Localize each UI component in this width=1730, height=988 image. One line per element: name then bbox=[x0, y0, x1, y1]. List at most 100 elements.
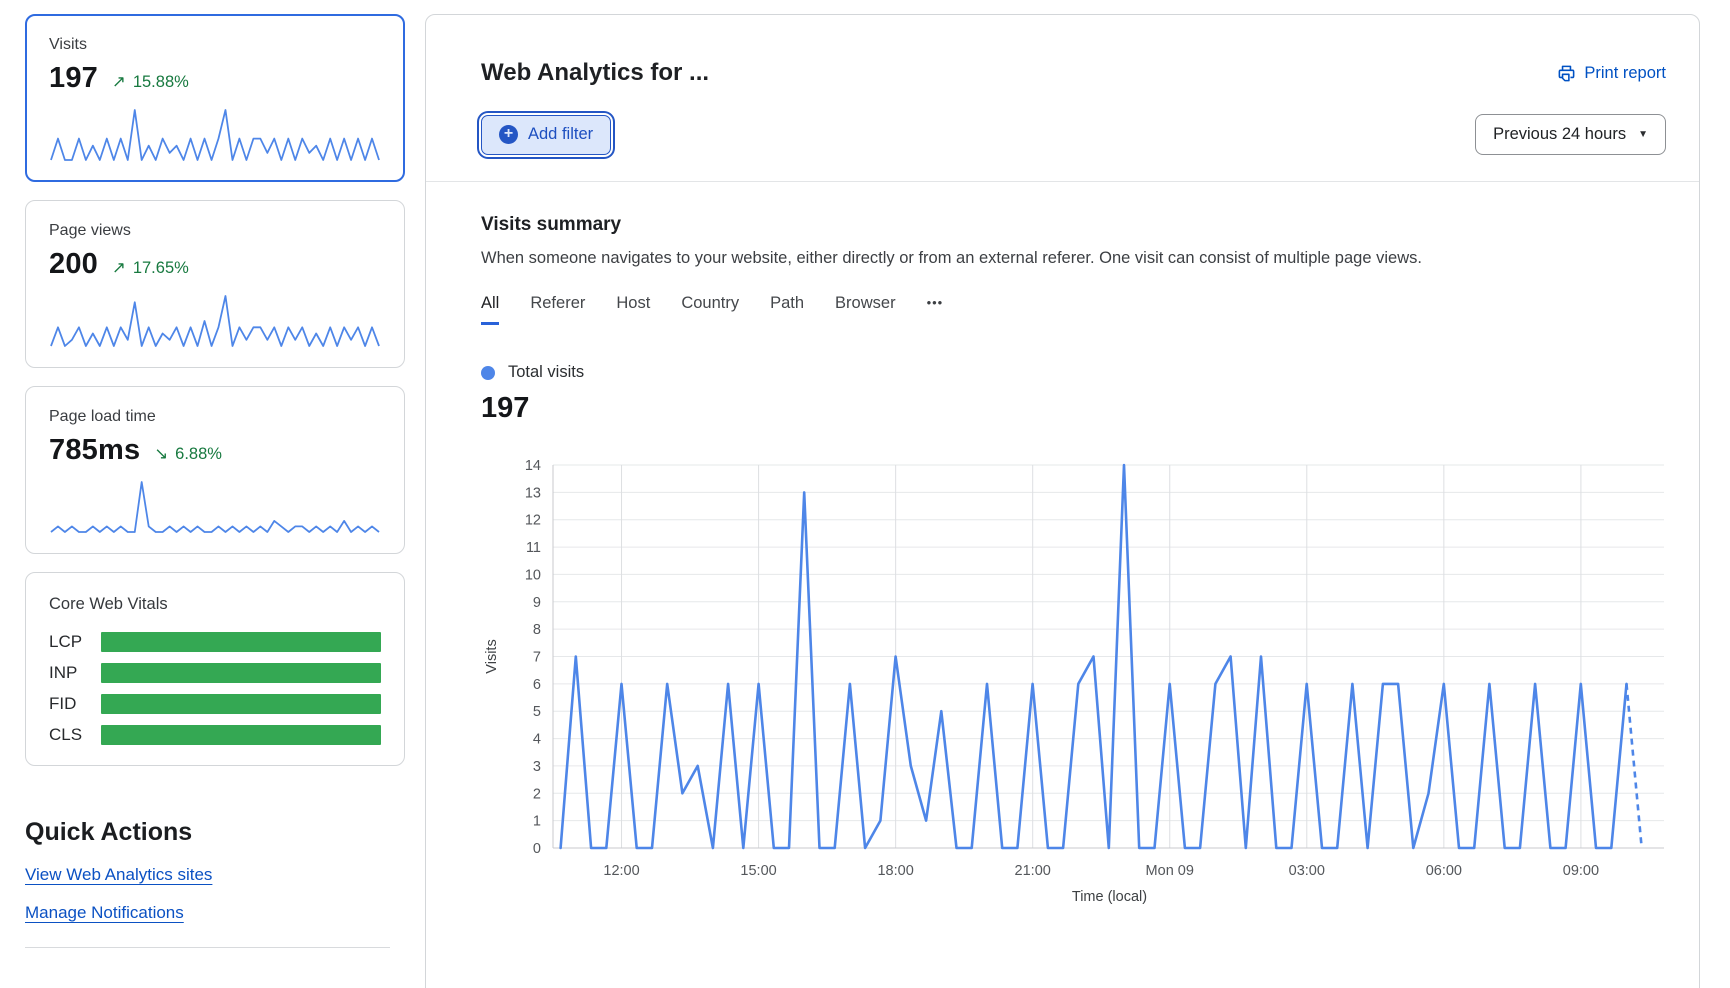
analytics-main-panel: Web Analytics for ... Print report + bbox=[425, 14, 1700, 988]
svg-text:Time (local): Time (local) bbox=[1072, 889, 1147, 905]
svg-text:1: 1 bbox=[533, 814, 541, 830]
sidebar-divider bbox=[25, 947, 390, 948]
tabs-overflow-menu[interactable]: ••• bbox=[927, 295, 944, 325]
stat-card-value-row: 200 ↗ 17.65% bbox=[49, 248, 381, 281]
quick-actions-title: Quick Actions bbox=[25, 818, 405, 847]
svg-text:15:00: 15:00 bbox=[740, 863, 776, 879]
dimension-tabs: All Referer Host Country Path Browser ••… bbox=[481, 294, 1666, 325]
visits-sparkline bbox=[49, 105, 381, 163]
svg-text:7: 7 bbox=[533, 650, 541, 666]
cwv-bar-good bbox=[101, 632, 381, 652]
cwv-row-cls: CLS bbox=[49, 725, 381, 745]
svg-text:14: 14 bbox=[525, 458, 541, 474]
stat-card-delta: ↗ 15.88% bbox=[112, 72, 189, 92]
stat-card-value: 197 bbox=[49, 62, 98, 95]
trend-up-icon: ↗ bbox=[112, 258, 126, 278]
svg-text:4: 4 bbox=[533, 732, 541, 748]
visits-summary-description: When someone navigates to your website, … bbox=[481, 249, 1666, 268]
svg-text:06:00: 06:00 bbox=[1426, 863, 1462, 879]
svg-text:Mon 09: Mon 09 bbox=[1146, 863, 1194, 879]
stat-card-visits[interactable]: Visits 197 ↗ 15.88% bbox=[25, 14, 405, 182]
stat-card-value-row: 785ms ↘ 6.88% bbox=[49, 434, 381, 467]
cwv-bar-track bbox=[101, 663, 381, 683]
cwv-bar-track bbox=[101, 694, 381, 714]
page-load-sparkline bbox=[49, 477, 381, 535]
total-visits-legend-dot bbox=[481, 366, 495, 380]
svg-text:9: 9 bbox=[533, 595, 541, 611]
stat-card-page-load-time[interactable]: Page load time 785ms ↘ 6.88% bbox=[25, 386, 405, 554]
cwv-bar-good bbox=[101, 663, 381, 683]
svg-text:6: 6 bbox=[533, 677, 541, 693]
quick-actions-section: Quick Actions View Web Analytics sites M… bbox=[25, 818, 405, 948]
core-web-vitals-title: Core Web Vitals bbox=[49, 595, 381, 614]
svg-text:11: 11 bbox=[526, 540, 541, 556]
visits-summary-title: Visits summary bbox=[481, 214, 1666, 236]
visits-line-chart: 0123456789101112131412:0015:0018:0021:00… bbox=[481, 455, 1666, 910]
panel-header: Web Analytics for ... Print report bbox=[481, 59, 1666, 87]
svg-text:2: 2 bbox=[533, 786, 541, 802]
printer-icon bbox=[1557, 64, 1576, 83]
svg-text:Visits: Visits bbox=[484, 639, 500, 673]
stat-card-label: Page load time bbox=[49, 408, 381, 426]
tab-all[interactable]: All bbox=[481, 294, 499, 325]
svg-text:5: 5 bbox=[533, 704, 541, 720]
cwv-bar-good bbox=[101, 694, 381, 714]
stat-card-page-views[interactable]: Page views 200 ↗ 17.65% bbox=[25, 200, 405, 368]
print-report-label: Print report bbox=[1584, 64, 1666, 83]
svg-text:3: 3 bbox=[533, 759, 541, 775]
core-web-vitals-card: Core Web Vitals LCP INP FID CLS bbox=[25, 572, 405, 766]
cwv-label: INP bbox=[49, 663, 101, 683]
total-visits-legend-label: Total visits bbox=[508, 363, 584, 382]
svg-text:8: 8 bbox=[533, 622, 541, 638]
print-report-link[interactable]: Print report bbox=[1557, 64, 1666, 83]
stat-card-label: Visits bbox=[49, 36, 381, 54]
cwv-row-fid: FID bbox=[49, 694, 381, 714]
stat-card-delta-value: 17.65% bbox=[133, 259, 189, 278]
stat-card-delta: ↗ 17.65% bbox=[112, 258, 189, 278]
tab-path[interactable]: Path bbox=[770, 294, 804, 325]
manage-notifications-link[interactable]: Manage Notifications bbox=[25, 903, 184, 923]
stat-card-delta-value: 15.88% bbox=[133, 73, 189, 92]
svg-text:18:00: 18:00 bbox=[877, 863, 913, 879]
stat-card-delta-value: 6.88% bbox=[175, 445, 222, 464]
cwv-bar-good bbox=[101, 725, 381, 745]
cwv-bar-track bbox=[101, 632, 381, 652]
tab-referer[interactable]: Referer bbox=[530, 294, 585, 325]
time-period-dropdown[interactable]: Previous 24 hours ▼ bbox=[1475, 114, 1666, 155]
metrics-sidebar: Visits 197 ↗ 15.88% Page views 200 ↗ 17.… bbox=[25, 14, 405, 948]
view-web-analytics-sites-link[interactable]: View Web Analytics sites bbox=[25, 865, 212, 885]
add-filter-button[interactable]: + Add filter bbox=[481, 115, 611, 155]
chart-legend: Total visits bbox=[481, 363, 1666, 382]
trend-up-icon: ↗ bbox=[112, 72, 126, 92]
trend-down-icon: ↘ bbox=[154, 444, 168, 464]
chevron-down-icon: ▼ bbox=[1638, 129, 1648, 140]
cwv-bar-track bbox=[101, 725, 381, 745]
stat-card-value: 200 bbox=[49, 248, 98, 281]
stat-card-delta: ↘ 6.88% bbox=[154, 444, 222, 464]
web-analytics-dashboard: Visits 197 ↗ 15.88% Page views 200 ↗ 17.… bbox=[0, 0, 1730, 988]
header-divider bbox=[426, 181, 1699, 182]
tab-host[interactable]: Host bbox=[616, 294, 650, 325]
cwv-label: FID bbox=[49, 694, 101, 714]
page-title: Web Analytics for ... bbox=[481, 59, 709, 87]
svg-text:03:00: 03:00 bbox=[1289, 863, 1325, 879]
svg-text:12:00: 12:00 bbox=[603, 863, 639, 879]
tab-country[interactable]: Country bbox=[681, 294, 739, 325]
svg-text:0: 0 bbox=[533, 841, 541, 857]
cwv-row-lcp: LCP bbox=[49, 632, 381, 652]
stat-card-value-row: 197 ↗ 15.88% bbox=[49, 62, 381, 95]
stat-card-value: 785ms bbox=[49, 434, 140, 467]
page-views-sparkline bbox=[49, 291, 381, 349]
cwv-label: LCP bbox=[49, 632, 101, 652]
add-filter-label: Add filter bbox=[528, 125, 593, 144]
svg-text:10: 10 bbox=[525, 567, 541, 583]
svg-text:12: 12 bbox=[525, 513, 541, 529]
filter-controls-row: + Add filter Previous 24 hours ▼ bbox=[481, 114, 1666, 155]
svg-text:21:00: 21:00 bbox=[1015, 863, 1051, 879]
tab-browser[interactable]: Browser bbox=[835, 294, 896, 325]
stat-card-label: Page views bbox=[49, 222, 381, 240]
cwv-row-inp: INP bbox=[49, 663, 381, 683]
cwv-label: CLS bbox=[49, 725, 101, 745]
total-visits-value: 197 bbox=[481, 392, 1666, 425]
plus-circle-icon: + bbox=[499, 125, 518, 144]
